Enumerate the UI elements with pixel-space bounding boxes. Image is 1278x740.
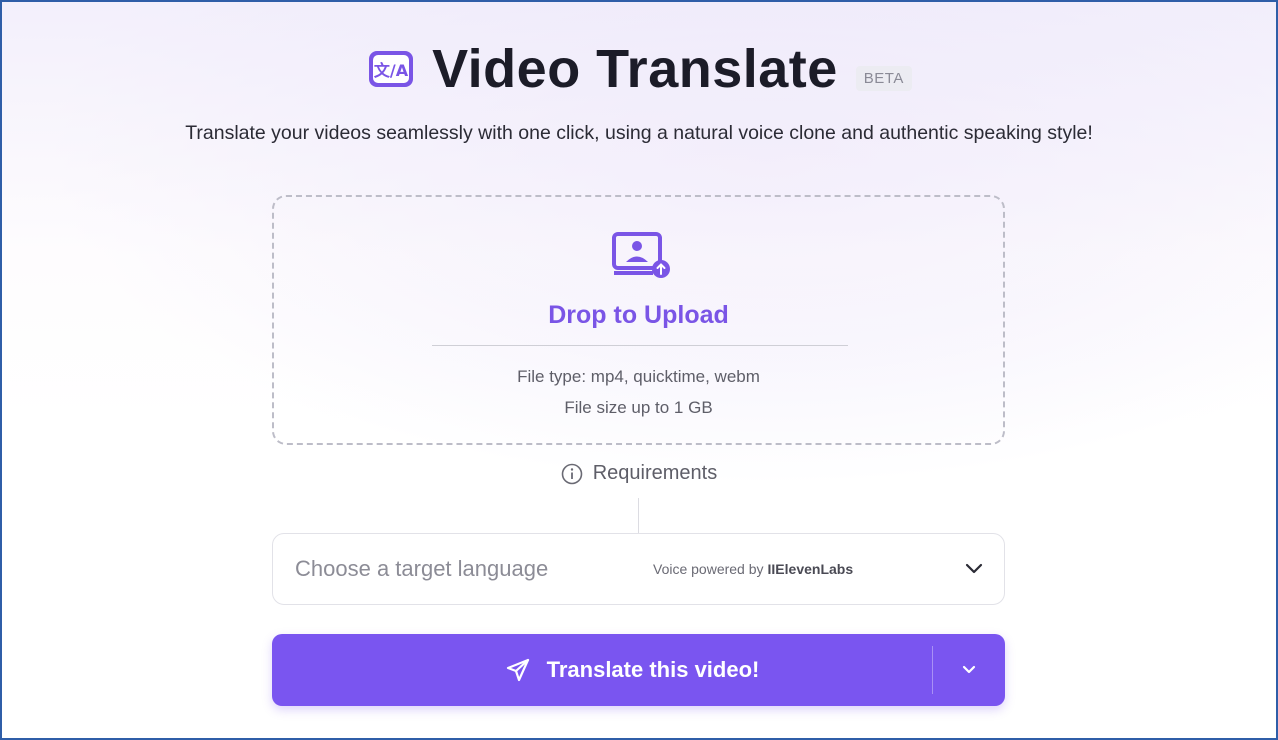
requirements-label: Requirements [592,462,718,484]
info-icon [561,463,583,484]
chevron-down-icon [962,665,976,674]
voice-prefix: Voice powered by [653,561,764,577]
language-placeholder: Choose a target language [295,556,549,581]
upload-file-type: File type: mp4, quicktime, webm [517,367,760,386]
upload-dropzone[interactable]: Drop to Upload File type: mp4, quicktime… [272,195,1005,445]
chevron-down-icon [965,563,983,574]
translate-logo-icon: 文/A [366,47,416,91]
beta-badge: BETA [855,65,912,91]
page-title: Video Translate [432,39,838,99]
translate-options-button[interactable] [933,634,1005,706]
upload-video-icon [611,231,673,281]
voice-powered-label: Voice powered by IIElevenLabs [653,561,853,577]
connector-line [638,498,639,534]
elevenlabs-brand: IIElevenLabs [767,561,854,577]
upload-file-size: File size up to 1 GB [564,398,713,417]
header: 文/A Video Translate BETA [2,42,1276,96]
upload-title: Drop to Upload [548,301,729,329]
page-frame: 文/A Video Translate BETA Translate your … [0,0,1278,740]
logo-glyph: 文/A [374,61,409,80]
translate-button[interactable]: Translate this video! [272,634,932,706]
send-icon [506,658,529,682]
translate-button-group: Translate this video! [272,634,1005,706]
target-language-select[interactable]: Choose a target language Voice powered b… [272,533,1005,605]
translate-label: Translate this video! [546,657,760,682]
page-subtitle: Translate your videos seamlessly with on… [185,122,1093,144]
requirements-link[interactable]: Requirements [2,462,1276,485]
upload-divider [432,345,848,346]
